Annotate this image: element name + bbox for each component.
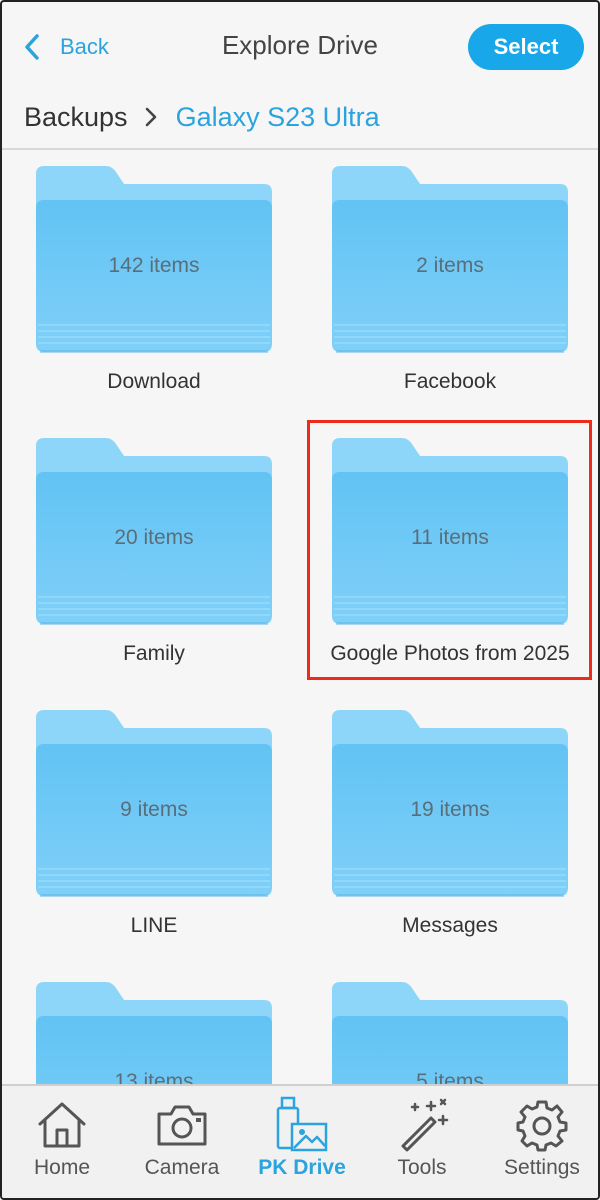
magic-wand-icon xyxy=(394,1096,450,1154)
folder-icon: 19 items xyxy=(330,708,570,900)
folder-partial-1[interactable]: 13 items xyxy=(34,980,274,1084)
select-button[interactable]: Select xyxy=(468,24,584,70)
nav-label: PK Drive xyxy=(258,1156,346,1179)
nav-settings[interactable]: Settings xyxy=(482,1086,598,1198)
folder-item-count: 9 items xyxy=(120,798,188,821)
chevron-left-icon xyxy=(25,34,39,60)
nav-pk-drive[interactable]: PK Drive xyxy=(242,1086,362,1198)
folder-messages[interactable]: 19 items Messages xyxy=(330,708,570,937)
folder-icon: 9 items xyxy=(34,708,274,900)
chevron-right-icon xyxy=(145,107,156,127)
breadcrumb-root[interactable]: Backups xyxy=(24,102,128,133)
folder-line[interactable]: 9 items LINE xyxy=(34,708,274,937)
breadcrumb-current: Galaxy S23 Ultra xyxy=(175,101,380,132)
folder-download[interactable]: 142 items Download xyxy=(34,164,274,393)
folder-icon: 20 items xyxy=(34,436,274,628)
folder-item-count: 142 items xyxy=(108,254,200,277)
folder-icon: 11 items xyxy=(330,436,570,628)
folder-item-count: 5 items xyxy=(416,1070,484,1084)
usb-drive-photo-icon xyxy=(274,1096,330,1154)
folder-google-photos-2025[interactable]: 11 items Google Photos from 2025 xyxy=(330,436,570,665)
folder-item-count: 20 items xyxy=(114,526,194,549)
folder-item-count: 13 items xyxy=(114,1070,194,1084)
folder-grid: 142 items Download 2 items Facebook 20 i… xyxy=(2,150,598,1084)
nav-label: Tools xyxy=(397,1156,447,1179)
folder-name: Family xyxy=(123,642,185,665)
back-button[interactable]: Back xyxy=(22,30,109,64)
nav-camera[interactable]: Camera xyxy=(122,1086,242,1198)
nav-label: Settings xyxy=(504,1156,580,1179)
folder-name: Download xyxy=(107,370,201,393)
folder-name: Messages xyxy=(402,914,498,937)
breadcrumb: Backups Galaxy S23 Ultra xyxy=(24,94,380,140)
folder-item-count: 2 items xyxy=(416,254,484,277)
folder-family[interactable]: 20 items Family xyxy=(34,436,274,665)
folder-icon: 142 items xyxy=(34,164,274,356)
nav-home[interactable]: Home xyxy=(2,1086,122,1198)
top-bar: Back Explore Drive Select xyxy=(2,2,598,92)
folder-facebook[interactable]: 2 items Facebook xyxy=(330,164,570,393)
folder-item-count: 19 items xyxy=(410,798,490,821)
folder-partial-2[interactable]: 5 items xyxy=(330,980,570,1084)
nav-tools[interactable]: Tools xyxy=(362,1086,482,1198)
gear-icon xyxy=(514,1096,570,1154)
back-label: Back xyxy=(60,34,109,59)
folder-icon: 5 items xyxy=(330,980,570,1084)
folder-name: Facebook xyxy=(403,370,497,393)
bottom-nav: Home Camera PK Drive Tools Settings xyxy=(2,1084,598,1198)
camera-icon xyxy=(154,1096,210,1154)
folder-icon: 13 items xyxy=(34,980,274,1084)
nav-label: Camera xyxy=(144,1156,220,1179)
folder-item-count: 11 items xyxy=(411,526,489,549)
folder-name: LINE xyxy=(130,914,178,937)
nav-label: Home xyxy=(33,1156,91,1179)
app-screen: Back Explore Drive Select Backups Galaxy… xyxy=(0,0,600,1200)
folder-name: Google Photos from 2025 xyxy=(330,642,570,665)
folder-icon: 2 items xyxy=(330,164,570,356)
home-icon xyxy=(34,1096,90,1154)
